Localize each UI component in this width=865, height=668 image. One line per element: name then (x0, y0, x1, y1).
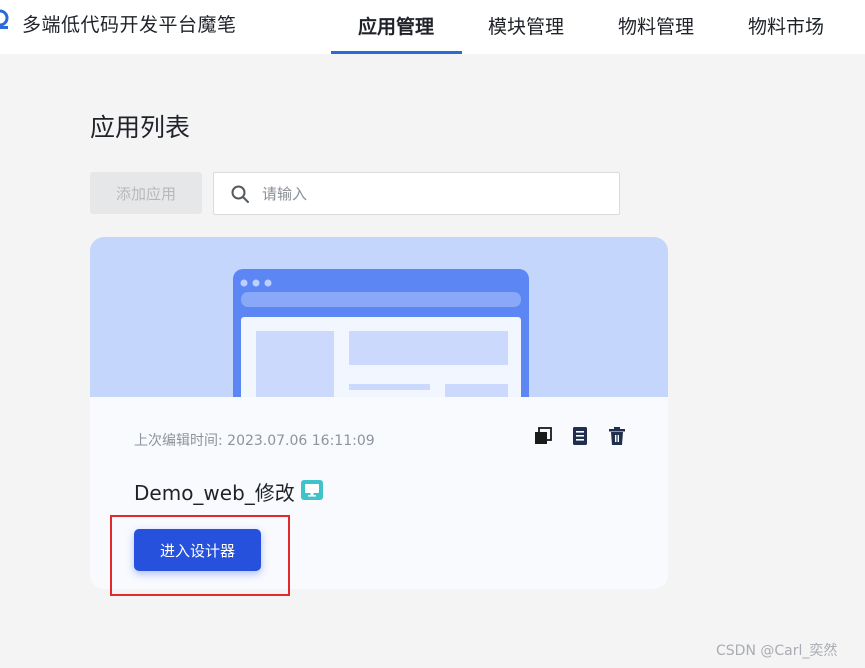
search-input[interactable] (262, 173, 602, 214)
last-edit-time: 上次编辑时间: 2023.07.06 16:11:09 (134, 433, 375, 449)
search-icon (231, 185, 249, 203)
trash-icon[interactable] (607, 426, 627, 446)
nav-module-management[interactable]: 模块管理 (488, 12, 564, 39)
search-box[interactable] (213, 172, 620, 215)
card-banner (90, 237, 668, 397)
watermark: CSDN @Carl_奕然 (716, 643, 838, 659)
annotation-highlight (110, 515, 290, 596)
active-tab-indicator (331, 51, 462, 54)
monitor-icon (301, 480, 323, 500)
nav-material-market[interactable]: 物料市场 (748, 12, 824, 39)
page-title: 应用列表 (90, 113, 191, 142)
top-header: 多端低代码开发平台魔笔 应用管理 模块管理 物料管理 物料市场 (0, 0, 865, 54)
nav-app-management[interactable]: 应用管理 (358, 12, 434, 39)
logo-icon (0, 9, 9, 29)
copy-icon[interactable] (533, 426, 553, 446)
document-icon[interactable] (570, 426, 590, 446)
nav-material-management[interactable]: 物料管理 (618, 12, 694, 39)
brand-title: 多端低代码开发平台魔笔 (22, 14, 237, 36)
add-app-button[interactable]: 添加应用 (90, 172, 202, 214)
app-name: Demo_web_修改 (134, 481, 295, 505)
app-preview-illustration (233, 269, 529, 397)
